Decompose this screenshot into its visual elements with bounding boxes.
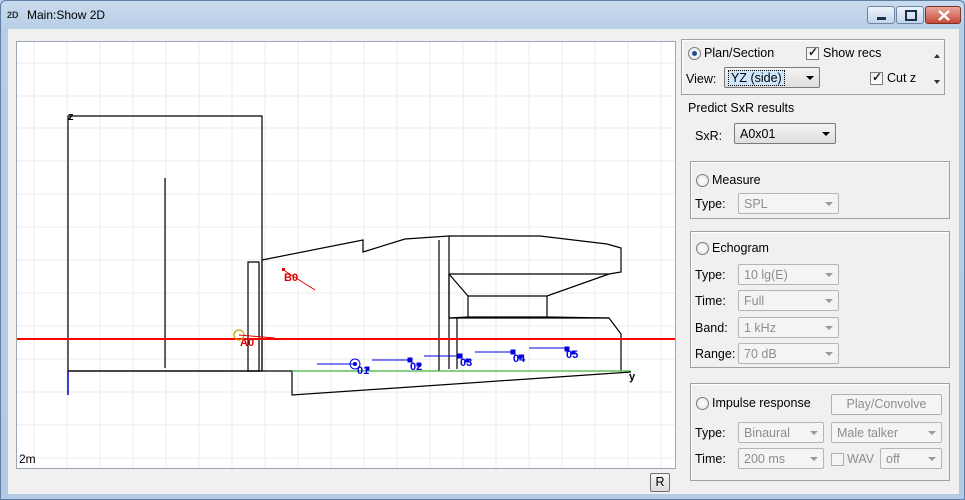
- echogram-time-select[interactable]: Full: [738, 290, 839, 311]
- wav-label: WAV: [847, 452, 875, 466]
- scroll-up-icon[interactable]: [934, 54, 940, 58]
- echogram-band-label: Band:: [695, 321, 728, 335]
- chevron-down-icon: [822, 132, 830, 136]
- room-outline: [67, 115, 632, 396]
- window-title: Main:Show 2D: [27, 8, 106, 22]
- impulse-type-label: Type:: [695, 426, 726, 440]
- measure-type-select[interactable]: SPL: [738, 193, 839, 214]
- receiver-label-03: 03: [460, 357, 473, 369]
- chevron-down-icon: [825, 202, 833, 206]
- echogram-band-select[interactable]: 1 kHz: [738, 317, 839, 338]
- measure-type-label: Type:: [695, 197, 726, 211]
- echogram-radio[interactable]: [696, 242, 709, 255]
- section-drawing: [17, 42, 675, 468]
- cut-z-label: Cut z: [887, 71, 917, 85]
- chevron-down-icon: [810, 431, 818, 435]
- echogram-range-select[interactable]: 70 dB: [738, 343, 839, 364]
- measure-label: Measure: [712, 173, 761, 187]
- axis-y-label: y: [629, 371, 636, 383]
- maximize-icon: [905, 10, 917, 21]
- receiver-label-02: 02: [410, 361, 423, 373]
- chevron-down-icon: [928, 431, 936, 435]
- chevron-down-icon: [928, 457, 936, 461]
- plan-section-radio[interactable]: [688, 47, 701, 60]
- plan-section-label: Plan/Section: [704, 46, 775, 60]
- measure-panel: Measure Type: SPL: [690, 161, 950, 219]
- source-label-b0: B0: [284, 272, 299, 284]
- echogram-type-label: Type:: [695, 268, 726, 282]
- echogram-type-select[interactable]: 10 lg(E): [738, 264, 839, 285]
- title-bar[interactable]: 2D Main:Show 2D: [1, 1, 964, 29]
- receiver-label-01: 01: [357, 365, 370, 377]
- view-label: View:: [686, 72, 717, 86]
- axis-z-label: z: [68, 111, 74, 123]
- echogram-label: Echogram: [712, 241, 769, 255]
- wav-checkbox[interactable]: [831, 453, 844, 466]
- wav-select[interactable]: off: [880, 448, 942, 469]
- minimize-button[interactable]: [867, 6, 895, 24]
- app-icon: 2D: [7, 10, 19, 20]
- predict-title: Predict SxR results: [688, 101, 795, 115]
- echogram-panel: Echogram Type: 10 lg(E) Time: Full Band:…: [690, 231, 950, 368]
- maximize-button[interactable]: [896, 6, 924, 24]
- impulse-time-select[interactable]: 200 ms: [738, 448, 824, 469]
- talker-select[interactable]: Male talker: [831, 422, 942, 443]
- scale-label: 2m: [19, 452, 36, 466]
- impulse-radio[interactable]: [696, 397, 709, 410]
- client-area: z y A0 B0 01 02 03 04 05 2m R Plan/Secti…: [8, 29, 959, 494]
- minimize-icon: [877, 17, 886, 20]
- view-select[interactable]: YZ (side): [724, 67, 820, 88]
- show-recs-label: Show recs: [823, 46, 882, 60]
- echogram-time-label: Time:: [695, 294, 726, 308]
- grid: [17, 42, 675, 468]
- chevron-down-icon: [825, 273, 833, 277]
- show-recs-checkbox[interactable]: [806, 45, 819, 60]
- receiver-label-05: 05: [566, 349, 579, 361]
- sxr-label: SxR:: [695, 129, 723, 143]
- impulse-time-label: Time:: [695, 452, 726, 466]
- chevron-down-icon: [825, 326, 833, 330]
- view-panel: Plan/Section Show recs View: YZ (side) C…: [681, 39, 945, 95]
- plot-canvas[interactable]: z y A0 B0 01 02 03 04 05 2m: [16, 41, 676, 469]
- sxr-select[interactable]: A0x01: [734, 123, 836, 144]
- chevron-down-icon: [810, 457, 818, 461]
- chevron-down-icon: [806, 76, 814, 80]
- measure-radio[interactable]: [696, 174, 709, 187]
- play-convolve-button[interactable]: Play/Convolve: [831, 394, 942, 415]
- close-button[interactable]: [925, 6, 961, 24]
- receiver-label-04: 04: [513, 353, 526, 365]
- chevron-down-icon: [825, 352, 833, 356]
- reset-button[interactable]: R: [650, 473, 670, 492]
- impulse-label: Impulse response: [712, 396, 811, 410]
- chevron-down-icon: [825, 299, 833, 303]
- source-label-a0: A0: [240, 337, 255, 349]
- scroll-down-icon[interactable]: [934, 80, 940, 84]
- impulse-type-select[interactable]: Binaural: [738, 422, 824, 443]
- impulse-panel: Impulse response Play/Convolve Type: Bin…: [690, 383, 950, 481]
- cut-z-checkbox[interactable]: [870, 70, 883, 85]
- main-window: 2D Main:Show 2D z y A0 B0 01 02 03 04 05…: [0, 0, 965, 500]
- close-icon: [938, 10, 950, 21]
- echogram-range-label: Range:: [695, 347, 736, 361]
